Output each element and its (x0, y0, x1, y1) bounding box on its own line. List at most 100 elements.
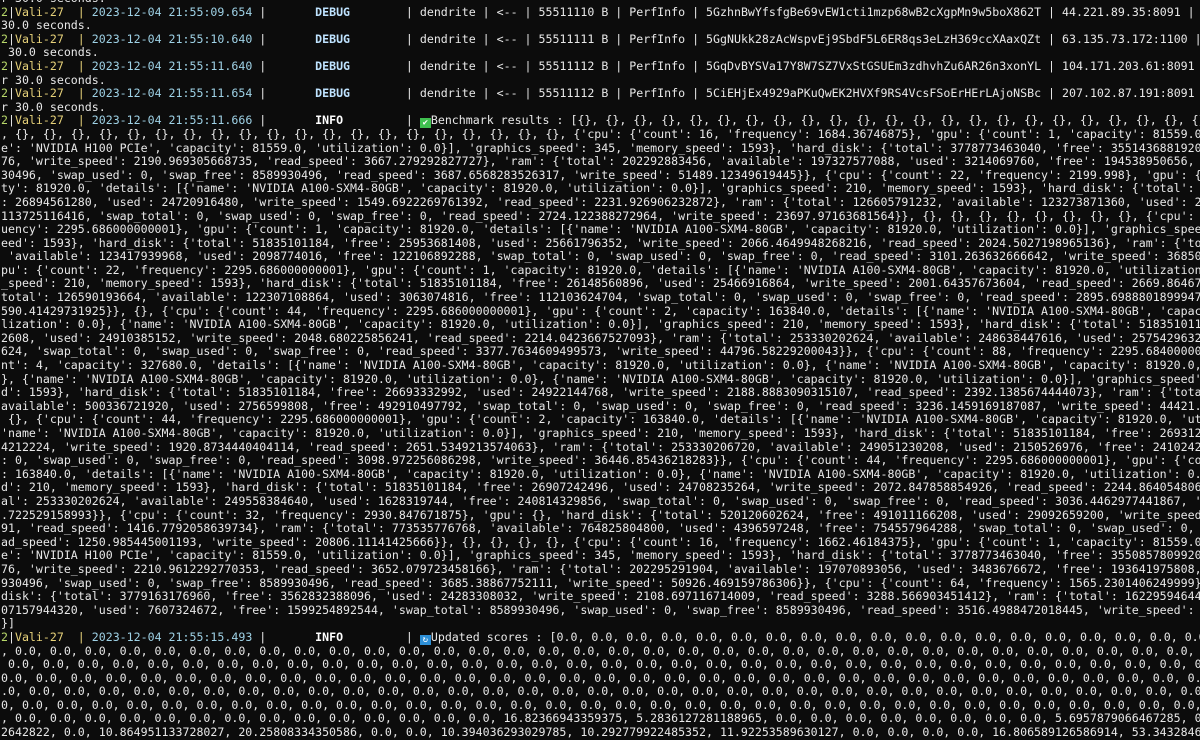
log-text: al': 253330202624, 'available': 24955838… (1, 494, 1200, 508)
log-text: 2608, 'used': 24910385152, 'write_speed'… (1, 331, 1200, 345)
log-text: 0.0, 0.0, 0.0, 0.0, 0.0, 0.0, 0.0, 0.0, … (1, 658, 1200, 672)
pipe-separator: | (252, 59, 316, 73)
process-name: Vali-27 (14, 32, 64, 46)
log-continuation-line: 930496, 'swap_used': 0, 'swap_free': 858… (1, 577, 1200, 591)
log-text: lization': 0.0}, {'name': 'NVIDIA A100-S… (1, 318, 1200, 332)
pipe-separator: | (252, 630, 316, 644)
log-text: disk': {'total': 3779163176960, 'free': … (1, 590, 1200, 604)
log-continuation-line: 'name': 'NVIDIA A100-SXM4-80GB', 'capaci… (1, 427, 1200, 441)
log-entry-header: 2|Vali-27 | 2023-12-04 21:55:11.666 | IN… (1, 114, 1200, 128)
log-text: 76, 'write_speed': 2210.9612292770353, '… (1, 562, 1200, 576)
log-text: 2642822, 0.0, 10.864951133728027, 20.258… (1, 726, 1200, 740)
log-text: r 30.0 seconds. (1, 73, 106, 87)
process-id: 2 (1, 5, 8, 19)
process-name: Vali-27 (14, 630, 64, 644)
log-text: available': 500336721920, 'used': 275659… (1, 399, 1200, 413)
log-continuation-line: total': 126590193664, 'available': 12230… (1, 291, 1200, 305)
log-timestamp: 2023-12-04 21:55:11.654 (91, 87, 253, 101)
log-continuation-line: e': 'NVIDIA H100 PCIe', 'capacity': 8155… (1, 142, 1200, 156)
pipe-separator: | (63, 87, 92, 101)
process-id: 2 (1, 87, 8, 101)
log-entry-header: 2|Vali-27 | 2023-12-04 21:55:11.654 | DE… (1, 87, 1200, 101)
pipe-separator: | (7, 32, 15, 46)
log-text: pu': {'count': 22, 'frequency': 2295.686… (1, 263, 1200, 277)
pipe-separator: | (63, 59, 92, 73)
log-timestamp: 2023-12-04 21:55:11.640 (91, 59, 253, 73)
log-text: .0, 0.0, 0.0, 0.0, 0.0, 0.0, 0.0, 0.0, 0… (1, 685, 1200, 699)
log-text: , 0.0, 0.0, 0.0, 0.0, 0.0, 0.0, 0.0, 0.0… (1, 644, 1200, 658)
log-timestamp: 2023-12-04 21:55:10.640 (91, 32, 253, 46)
pipe-separator: | (405, 630, 420, 644)
process-id: 2 (1, 32, 8, 46)
log-continuation-line: 30.0 seconds. (1, 19, 1200, 33)
log-level: INFO (315, 630, 406, 644)
log-continuation-line: 30.0 seconds. (1, 46, 1200, 60)
log-continuation-line: }, {'name': 'NVIDIA A100-SXM4-80GB', 'ca… (1, 373, 1200, 387)
log-continuation-line: .0, 0.0, 0.0, 0.0, 0.0, 0.0, 0.0, 0.0, 0… (1, 685, 1200, 699)
log-entry-header: 2|Vali-27 | 2023-12-04 21:55:10.640 | DE… (1, 33, 1200, 47)
pipe-separator: | (405, 5, 420, 19)
log-text: r 30.0 seconds. (1, 100, 106, 114)
process-id: 2 (1, 59, 8, 73)
log-text: 'available': 123417939968, 'used': 20987… (7, 250, 1200, 264)
log-continuation-line: 4212224, 'write_speed': 1920.87344404041… (1, 441, 1200, 455)
log-entry-header: 2|Vali-27 | 2023-12-04 21:55:11.640 | DE… (1, 60, 1200, 74)
log-level: DEBUG (315, 59, 406, 73)
log-continuation-line: ad_speed': 1250.985445001193, 'write_spe… (1, 536, 1200, 550)
pipe-separator: | (7, 87, 15, 101)
terminal-output[interactable]: r 30.0 seconds.2|Vali-27 | 2023-12-04 21… (1, 0, 1200, 740)
process-name: Vali-27 (14, 87, 64, 101)
check-mark-icon: ✔ (419, 118, 431, 128)
log-continuation-line: : 0, 'swap_used': 0, 'swap_free': 0, 're… (1, 454, 1200, 468)
log-text: : 0, 'swap_used': 0, 'swap_free': 0, 're… (1, 454, 1200, 468)
log-continuation-line: 'available': 123417939968, 'used': 20987… (1, 250, 1200, 264)
log-text: }, {'name': 'NVIDIA A100-SXM4-80GB', 'ca… (1, 372, 1200, 386)
log-text: ty': 81920.0, 'details': [{'name': 'NVID… (1, 182, 1195, 196)
log-continuation-line: d': 210, 'memory_speed': 1593}, 'hard_di… (1, 481, 1200, 495)
log-text: ad_speed': 1250.985445001193, 'write_spe… (1, 535, 1200, 549)
log-text: 30.0 seconds. (1, 19, 92, 33)
pipe-separator: | (405, 114, 420, 128)
log-text: r 30.0 seconds. (1, 0, 106, 5)
log-continuation-line: 30496, 'swap_used': 0, 'swap_free': 8589… (1, 169, 1200, 183)
process-name: Vali-27 (14, 114, 64, 128)
pipe-separator: | (7, 59, 15, 73)
log-level: DEBUG (315, 32, 406, 46)
log-text: }] (1, 617, 15, 631)
process-name: Vali-27 (14, 59, 64, 73)
log-continuation-line: 76, 'write_speed': 2190.969305668735, 'r… (1, 155, 1200, 169)
log-text: 0, 0.0, 0.0, 0.0, 0.0, 0.0, 0.0, 0.0, 0.… (1, 698, 1200, 712)
log-level: DEBUG (315, 5, 406, 19)
process-name: Vali-27 (14, 5, 64, 19)
log-continuation-line: 91, 'read_speed': 1416.7792058639734}, '… (1, 522, 1200, 536)
log-continuation-line: 590.41429731925}}, {}, {'cpu': {'count':… (1, 305, 1200, 319)
log-timestamp: 2023-12-04 21:55:15.493 (91, 630, 253, 644)
log-text: {}, {'cpu': {'count': 44, 'frequency': 2… (7, 413, 1200, 427)
log-text: 4212224, 'write_speed': 1920.87344404041… (1, 440, 1200, 454)
pipe-separator: | (252, 114, 316, 128)
log-level: INFO (315, 114, 406, 128)
log-text: 930496, 'swap_used': 0, 'swap_free': 858… (1, 576, 1200, 590)
log-continuation-line: _speed': 210, 'memory_speed': 1593}, 'ha… (1, 277, 1200, 291)
log-continuation-line: 2608, 'used': 24910385152, 'write_speed'… (1, 332, 1200, 346)
log-text: 113725116416, 'swap_total': 0, 'swap_use… (1, 209, 1195, 223)
log-continuation-line: : 26894561280, 'used': 24720916480, 'wri… (1, 196, 1200, 210)
refresh-icon: ↻ (419, 634, 431, 645)
log-continuation-line: .722529158993}}, {'cpu': {'count': 32, '… (1, 509, 1200, 523)
log-continuation-line: 07157944320, 'used': 7607324672, 'free':… (1, 604, 1200, 618)
pipe-separator: | (63, 630, 92, 644)
pipe-separator: | (405, 32, 420, 46)
log-continuation-line: eed': 1593}, 'hard_disk': {'total': 5183… (1, 237, 1200, 251)
log-text: nt': 4, 'capacity': 327680.0, 'details':… (1, 359, 1200, 373)
log-continuation-line: lization': 0.0}, {'name': 'NVIDIA A100-S… (1, 318, 1200, 332)
log-continuation-line: 113725116416, 'swap_total': 0, 'swap_use… (1, 210, 1200, 224)
process-id: 2 (1, 630, 8, 644)
log-text: d': 1593}, 'hard_disk': {'total': 518351… (1, 386, 1200, 400)
log-text: eed': 1593}, 'hard_disk': {'total': 5183… (1, 236, 1200, 250)
log-text: : 163840.0, 'details': [{'name': 'NVIDIA… (1, 467, 1200, 481)
log-continuation-line: 76, 'write_speed': 2210.9612292770353, '… (1, 563, 1200, 577)
log-text: , 0.0, 0.0, 0.0, 0.0, 0.0, 0.0, 0.0, 0.0… (1, 712, 1200, 726)
log-message: dendrite | <-- | 55511112 B | PerfInfo |… (419, 87, 1195, 101)
log-text: _speed': 210, 'memory_speed': 1593}, 'ha… (1, 277, 1200, 291)
pipe-separator: | (7, 630, 15, 644)
